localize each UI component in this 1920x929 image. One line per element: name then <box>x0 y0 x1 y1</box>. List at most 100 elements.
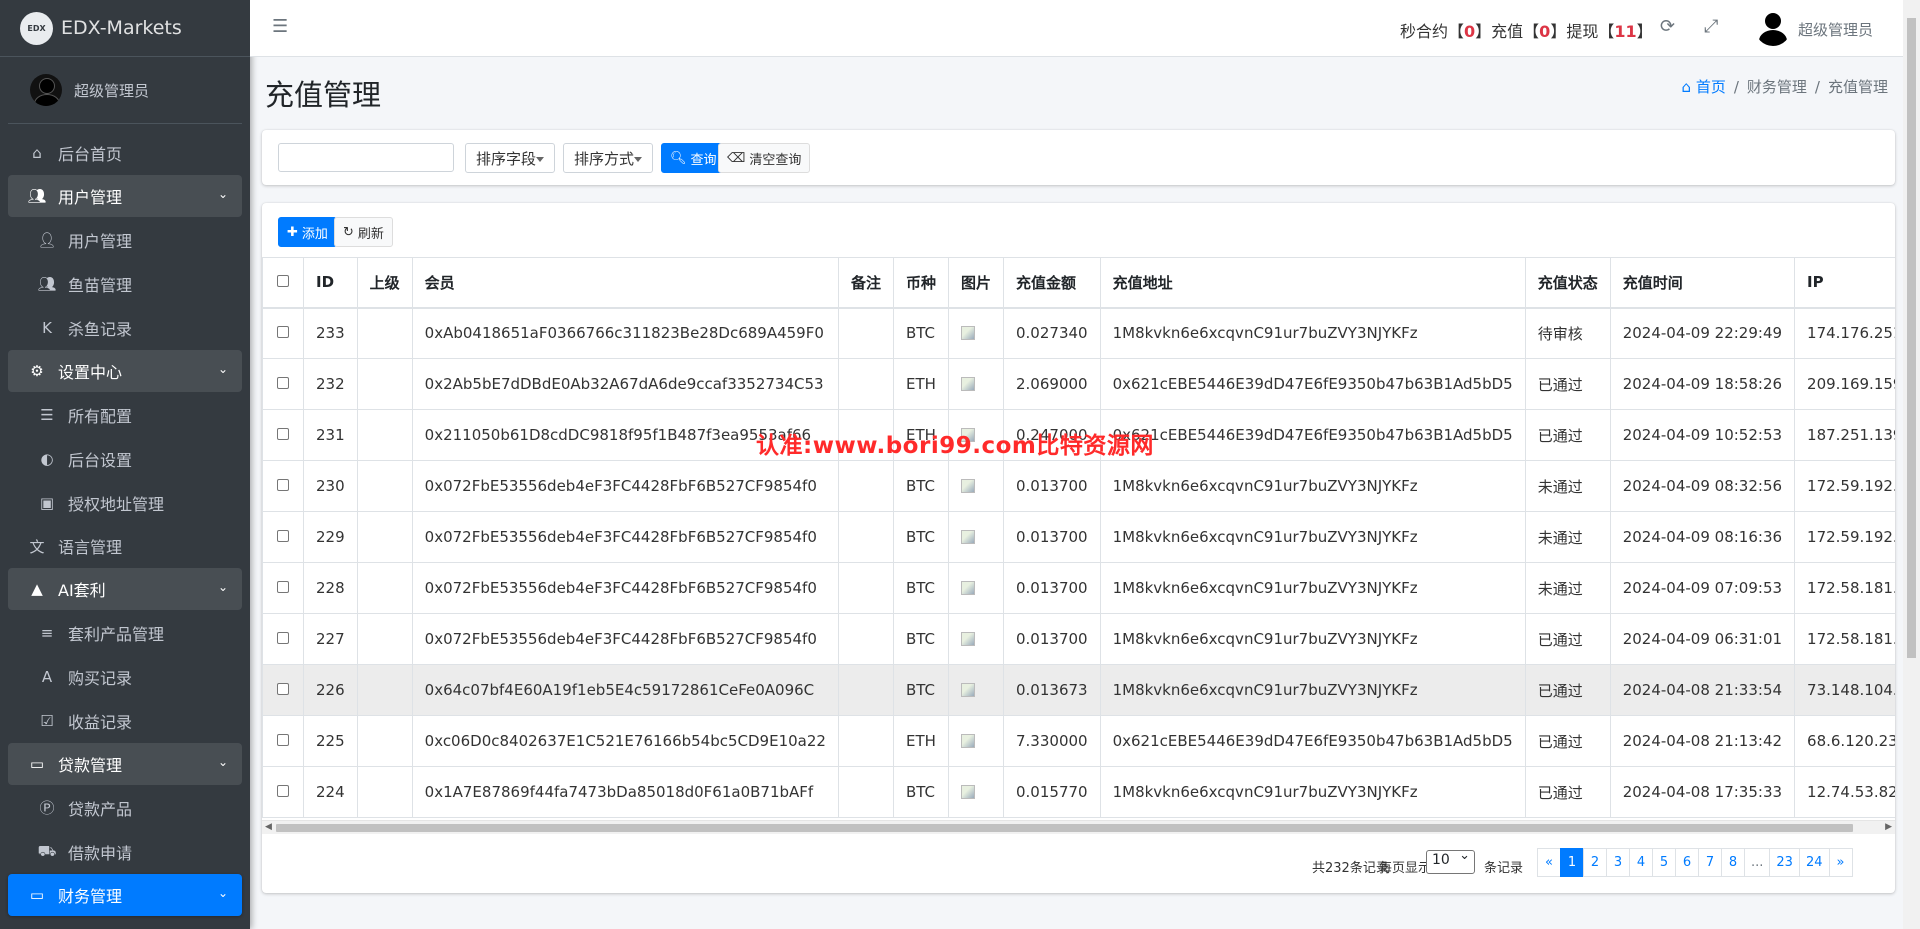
cell-coin: BTC <box>892 511 949 563</box>
row-checkbox[interactable] <box>277 428 289 440</box>
page-prev[interactable]: « <box>1537 848 1561 877</box>
sidebar-item[interactable]: 👤︎ 用户管理 <box>8 218 242 261</box>
column-header[interactable]: 充值时间 <box>1609 257 1796 309</box>
page-number[interactable]: 4 <box>1629 848 1653 877</box>
sidebar-item[interactable]: K 杀鱼记录 <box>8 306 242 349</box>
row-checkbox[interactable] <box>277 734 289 746</box>
sidebar-item[interactable]: ◐ 后台设置 <box>8 437 242 480</box>
sidebar-item[interactable]: A 购买记录 <box>8 655 242 698</box>
page-number[interactable]: 5 <box>1652 848 1676 877</box>
sidebar-item[interactable]: ▲ AI套利 ⌄ <box>8 568 242 610</box>
menu-toggle-icon[interactable]: ☰ <box>272 16 288 37</box>
broken-image-icon[interactable] <box>960 479 975 493</box>
row-checkbox[interactable] <box>277 632 289 644</box>
search-input[interactable] <box>278 143 454 172</box>
column-header[interactable]: 充值状态 <box>1524 257 1611 309</box>
user-panel[interactable]: 超级管理员 <box>8 57 242 124</box>
page-number[interactable]: 6 <box>1675 848 1699 877</box>
row-checkbox[interactable] <box>277 581 289 593</box>
sort-order-select[interactable]: 排序方式 <box>563 143 653 173</box>
sidebar-item[interactable]: ▭ 财务管理 ⌄ <box>8 874 242 916</box>
refresh-button[interactable]: ↻ 刷新 <box>334 217 393 247</box>
broken-image-icon[interactable] <box>960 326 975 341</box>
table-row[interactable]: 227 0x072FbE53556deb4eF3FC4428FbF6B527CF9… <box>262 613 1895 665</box>
scroll-right-icon[interactable]: ▶ <box>1885 822 1892 832</box>
refresh-icon[interactable]: ⟳ <box>1660 16 1675 37</box>
horizontal-scrollbar[interactable]: ◀ ▶ <box>262 820 1895 834</box>
stats-count-contract[interactable]: 0 <box>1464 22 1475 41</box>
row-checkbox[interactable] <box>277 377 289 389</box>
sidebar-item[interactable]: ⚙ 设置中心 ⌄ <box>8 350 242 392</box>
page-number[interactable]: 23 <box>1769 848 1800 877</box>
sidebar-item[interactable]: ⌂ 后台首页 <box>8 132 242 174</box>
broken-image-icon[interactable] <box>960 632 975 646</box>
sidebar-item[interactable]: Ⓟ 贷款产品 <box>8 786 242 829</box>
page-number[interactable]: 8 <box>1721 848 1745 877</box>
vertical-scroll-thumb[interactable] <box>1907 18 1916 658</box>
row-checkbox[interactable] <box>277 785 289 797</box>
table-row[interactable]: 228 0x072FbE53556deb4eF3FC4428FbF6B527CF9… <box>262 562 1895 614</box>
column-header[interactable]: 充值金额 <box>1003 257 1101 309</box>
column-header[interactable]: 充值地址 <box>1099 257 1526 309</box>
table-row[interactable]: 225 0xc06D0c8402637E1C521E76166b54bc5CD9E… <box>262 715 1895 767</box>
broken-image-icon[interactable] <box>960 530 975 544</box>
row-checkbox[interactable] <box>277 683 289 695</box>
column-header[interactable]: 上级 <box>356 257 413 309</box>
scroll-left-icon[interactable]: ◀ <box>265 822 272 832</box>
column-header[interactable]: IP <box>1794 257 1895 309</box>
cell-coin: BTC <box>892 460 949 512</box>
table-row[interactable]: 224 0x1A7E87869f44fa7473bDa85018d0F61a0B7… <box>262 766 1895 818</box>
page-number[interactable]: 3 <box>1606 848 1630 877</box>
add-button[interactable]: ✚ 添加 <box>278 217 337 247</box>
column-header[interactable]: ID <box>303 257 358 309</box>
sidebar-item[interactable]: 文语言管理 <box>8 525 242 567</box>
table-row[interactable]: 232 0x2Ab5bE7dDBdE0Ab32A67dA6de9ccaf33527… <box>262 358 1895 410</box>
sidebar-item[interactable]: ▭ 贷款管理 ⌄ <box>8 743 242 785</box>
breadcrumb-home[interactable]: ⌂ 首页 <box>1682 78 1726 96</box>
sidebar-item[interactable]: ≡ 套利产品管理 <box>8 611 242 654</box>
table-row[interactable]: 230 0x072FbE53556deb4eF3FC4428FbF6B527CF9… <box>262 460 1895 512</box>
column-header[interactable]: 备注 <box>837 257 894 309</box>
table-row[interactable]: 229 0x072FbE53556deb4eF3FC4428FbF6B527CF9… <box>262 511 1895 563</box>
page-number[interactable]: 7 <box>1698 848 1722 877</box>
sidebar-item[interactable]: 👥︎ 用户管理 ⌄ <box>8 175 242 217</box>
horizontal-scroll-thumb[interactable] <box>276 824 1853 832</box>
page-number[interactable]: 1 <box>1560 848 1584 877</box>
sort-field-select[interactable]: 排序字段 <box>465 143 555 173</box>
fullscreen-icon[interactable]: ⤢ <box>1704 16 1718 37</box>
sidebar-item[interactable]: 👥︎ 鱼苗管理 <box>8 262 242 305</box>
stats-count-withdraw[interactable]: 11 <box>1614 22 1636 41</box>
top-avatar[interactable] <box>1755 10 1791 46</box>
page-number[interactable]: 2 <box>1583 848 1607 877</box>
broken-image-icon[interactable] <box>960 377 975 391</box>
page-next[interactable]: » <box>1828 848 1853 877</box>
broken-image-icon[interactable] <box>960 785 975 799</box>
top-admin-name[interactable]: 超级管理员 <box>1798 19 1873 40</box>
column-header[interactable]: 图片 <box>947 257 1005 309</box>
broken-image-icon[interactable] <box>960 683 975 697</box>
row-checkbox[interactable] <box>277 326 289 339</box>
table-row[interactable]: 226 0x64c07bf4E60A19f1eb5E4c59172861CeFe0… <box>262 664 1895 716</box>
broken-image-icon[interactable] <box>960 581 975 595</box>
sidebar-item[interactable]: ⛟ 借款申请 <box>8 830 242 873</box>
row-checkbox[interactable] <box>277 530 289 542</box>
sidebar-item[interactable]: ☰ 所有配置 <box>8 393 242 436</box>
column-header[interactable]: 币种 <box>892 257 949 309</box>
broken-image-icon[interactable] <box>960 734 975 748</box>
stats-count-recharge[interactable]: 0 <box>1539 22 1550 41</box>
cell-parent <box>356 715 413 767</box>
row-checkbox[interactable] <box>277 479 289 491</box>
clear-query-button[interactable]: ⌫ 清空查询 <box>718 143 811 173</box>
table-row[interactable]: 233 0xAb0418651aF0366766c311823Be28Dc689A… <box>262 307 1895 359</box>
vertical-scrollbar[interactable] <box>1903 0 1920 929</box>
sidebar-item[interactable]: ▣ 授权地址管理 <box>8 481 242 524</box>
query-button[interactable]: 🔍︎ 查询 <box>661 143 726 173</box>
cell-member: 0x1A7E87869f44fa7473bDa85018d0F61a0B71bA… <box>411 766 839 818</box>
per-page-select[interactable]: 10 <box>1426 848 1475 874</box>
select-all-checkbox[interactable] <box>277 275 289 288</box>
brand-link[interactable]: EDX EDX-Markets <box>0 0 250 57</box>
sidebar-item[interactable]: ☑ 收益记录 <box>8 699 242 742</box>
page-number[interactable]: 24 <box>1798 848 1830 877</box>
image-cell <box>947 460 1005 512</box>
column-header[interactable]: 会员 <box>411 257 839 309</box>
